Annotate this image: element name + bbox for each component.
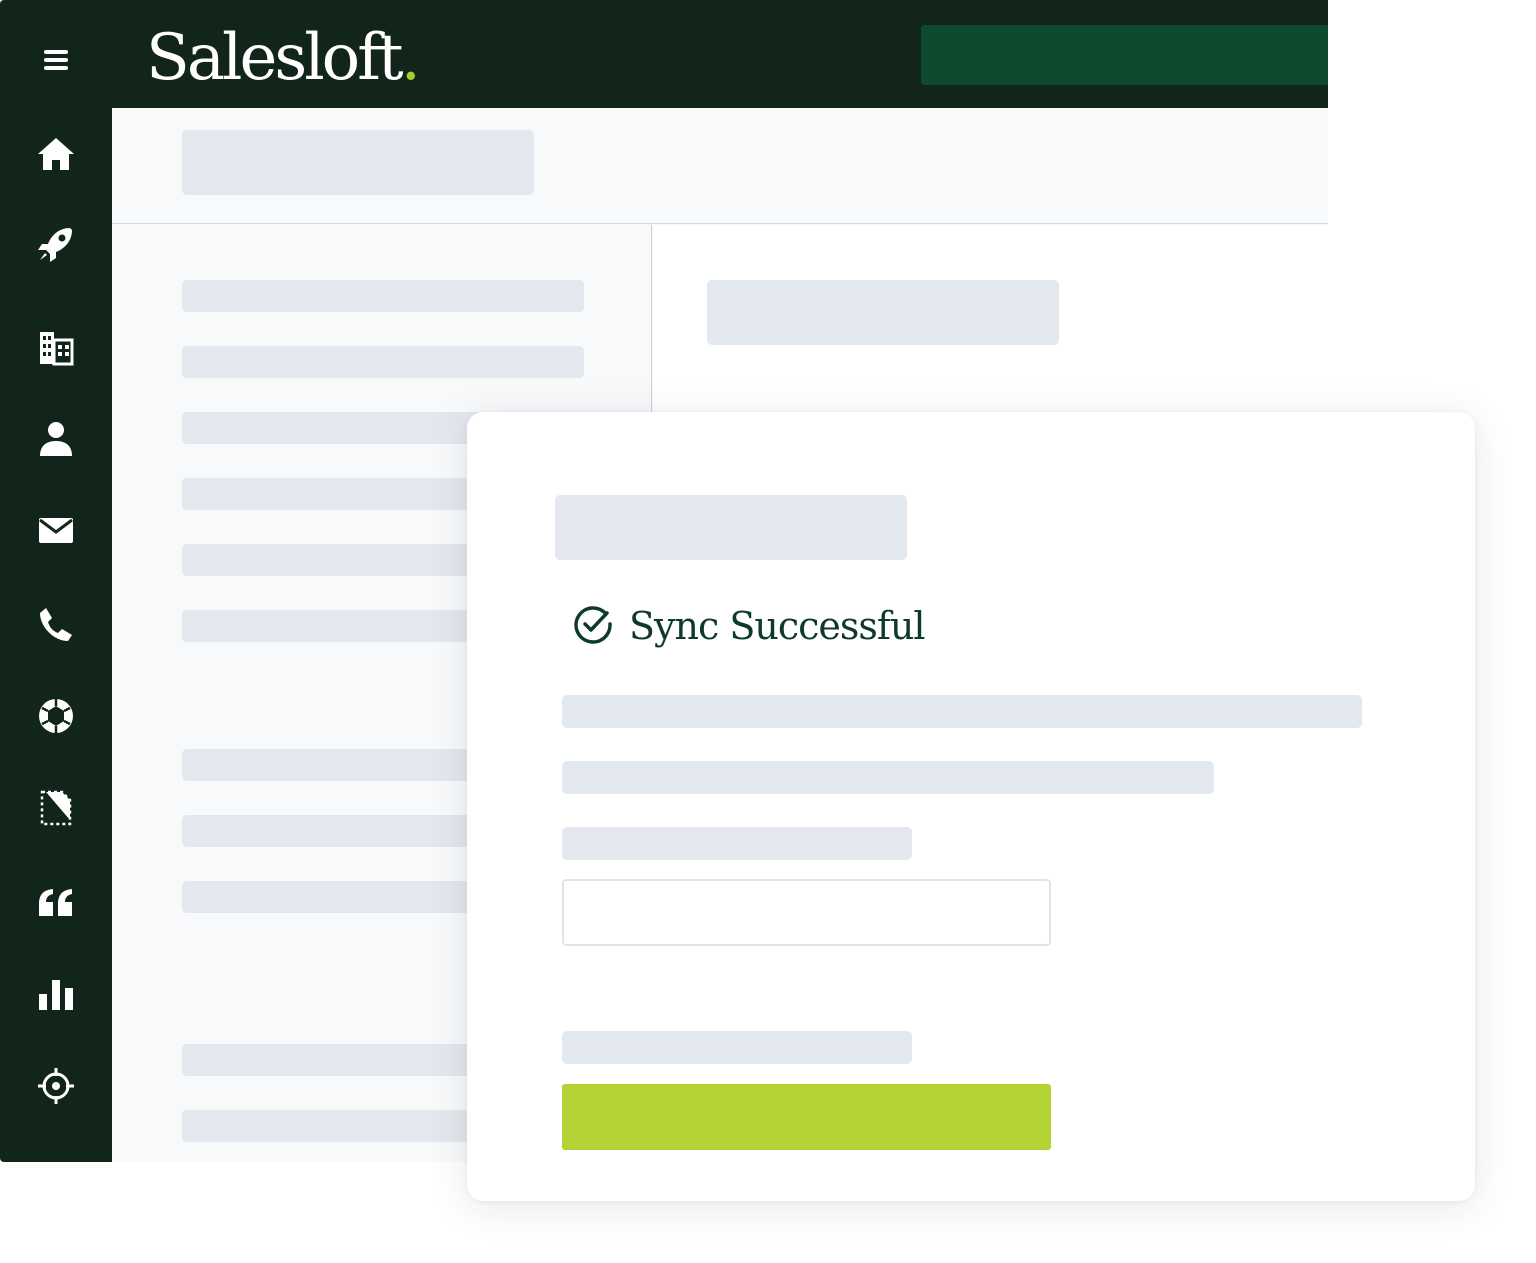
rocket-icon[interactable] bbox=[28, 218, 84, 270]
sync-status-text: Sync Successful bbox=[629, 604, 926, 648]
building-icon[interactable] bbox=[28, 320, 84, 372]
page-header bbox=[112, 108, 1328, 224]
bar-chart-icon[interactable] bbox=[28, 968, 84, 1020]
aperture-icon[interactable] bbox=[28, 690, 84, 742]
sync-modal: Sync Successful bbox=[467, 412, 1475, 1201]
check-circle-icon bbox=[571, 602, 615, 650]
detail-title-placeholder bbox=[707, 280, 1059, 345]
list-item-placeholder[interactable] bbox=[182, 346, 584, 378]
text-line-placeholder bbox=[562, 695, 1362, 728]
menu-icon[interactable] bbox=[28, 34, 84, 86]
crosshair-icon[interactable] bbox=[28, 1060, 84, 1112]
confirm-button[interactable] bbox=[562, 1084, 1051, 1150]
person-icon[interactable] bbox=[28, 412, 84, 464]
phone-icon[interactable] bbox=[28, 598, 84, 650]
text-line-placeholder bbox=[562, 761, 1214, 794]
document-icon[interactable] bbox=[28, 782, 84, 834]
home-icon[interactable] bbox=[28, 128, 84, 180]
sync-status: Sync Successful bbox=[571, 602, 926, 650]
top-bar-cta-button[interactable] bbox=[921, 25, 1328, 85]
mail-icon[interactable] bbox=[28, 504, 84, 556]
brand-logo[interactable]: Salesloft. bbox=[146, 20, 421, 96]
quote-icon[interactable] bbox=[28, 876, 84, 928]
top-bar: Salesloft. bbox=[112, 0, 1328, 108]
modal-text-input[interactable] bbox=[562, 879, 1051, 946]
modal-title-placeholder bbox=[555, 495, 907, 560]
page-title-placeholder bbox=[182, 130, 534, 195]
button-label-placeholder bbox=[562, 1031, 912, 1064]
sidebar bbox=[0, 0, 112, 1162]
input-label-placeholder bbox=[562, 827, 912, 860]
list-item-placeholder[interactable] bbox=[182, 280, 584, 312]
